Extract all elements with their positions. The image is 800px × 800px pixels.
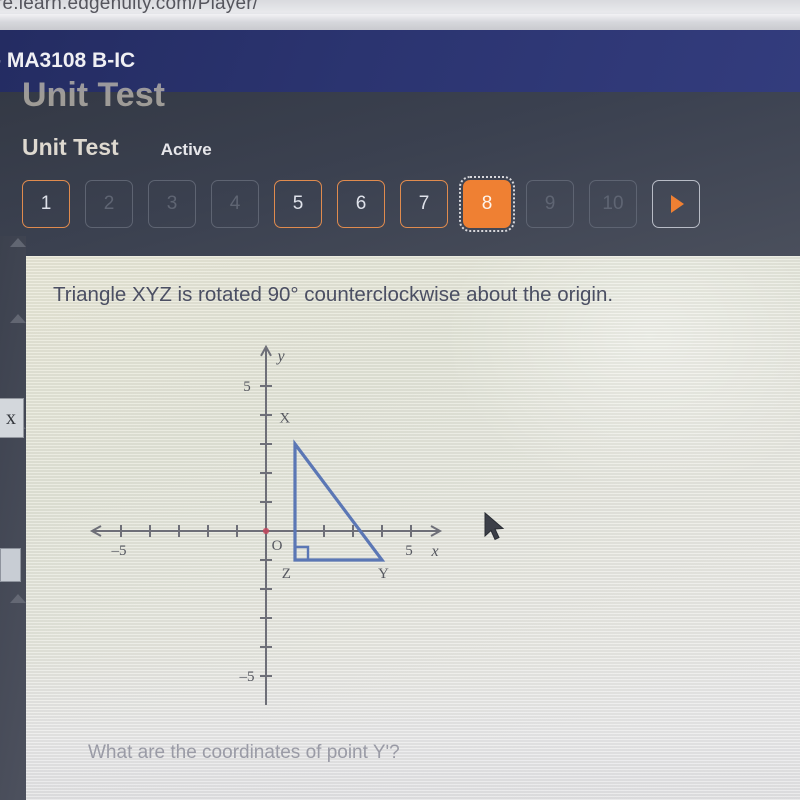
triangle-triangle-xyz: [293, 439, 386, 562]
x-tick-label-5: 5: [405, 543, 413, 559]
right-angle-marker: [295, 545, 310, 560]
y-tick-label--5: –5: [239, 669, 255, 685]
url-bar-underline: [0, 14, 800, 23]
question-button-7[interactable]: 7: [400, 180, 448, 228]
question-button-label: 9: [544, 193, 556, 214]
question-button-6[interactable]: 6: [337, 180, 385, 228]
assignment-heading-clipped: Unit Test: [22, 76, 165, 114]
vertex-label-Z: Z: [282, 566, 291, 582]
rail-chip-x[interactable]: x: [0, 398, 24, 438]
x-tick-label--5: –5: [111, 543, 127, 559]
y-axis-label: y: [275, 348, 285, 365]
question-button-label: 6: [355, 193, 367, 214]
question-button-1[interactable]: 1: [22, 180, 70, 228]
sub-question-text: What are the coordinates of point Yʹ?: [88, 742, 400, 763]
mouse-cursor-icon: [484, 511, 505, 541]
question-button-label: 2: [103, 193, 115, 214]
coordinate-plane-svg: –5 5 5 –5 x y O X Y Z: [89, 344, 443, 705]
y-tick-label-5: 5: [243, 379, 251, 395]
x-axis-label: x: [430, 543, 438, 560]
rail-chip-blank[interactable]: [0, 548, 21, 582]
origin-dot-artifact: [262, 527, 270, 535]
origin-label: O: [272, 538, 283, 554]
question-prompt: Triangle XYZ is rotated 90° counterclock…: [53, 283, 614, 306]
question-button-label: 8: [481, 193, 493, 214]
coordinate-graph: –5 5 5 –5 x y O X Y Z: [66, 336, 486, 726]
question-button-8[interactable]: 8: [459, 176, 515, 232]
url-text[interactable]: re.learn.edgenuity.com/Player/: [0, 0, 258, 15]
screenshot-root: re.learn.edgenuity.com/Player/ - MA3108 …: [0, 0, 800, 800]
assignment-name: Unit Test: [22, 134, 119, 160]
course-title: - MA3108 B-IC: [0, 49, 136, 72]
question-button-label: 4: [229, 193, 241, 214]
rail-caret-icon-4: [10, 594, 26, 603]
question-button-4: 4: [211, 180, 259, 228]
browser-url-bar[interactable]: re.learn.edgenuity.com/Player/: [0, 0, 800, 30]
question-button-2: 2: [85, 180, 133, 228]
question-button-5[interactable]: 5: [274, 180, 322, 228]
play-triangle-icon: [671, 195, 684, 213]
question-button-label: 1: [40, 193, 52, 214]
question-button-3: 3: [148, 180, 196, 228]
assignment-info-row: Unit Test Active: [22, 134, 212, 161]
next-question-button[interactable]: [652, 180, 700, 228]
left-rail: [0, 236, 26, 800]
assignment-status-badge: Active: [160, 140, 212, 159]
rail-caret-icon-2: [10, 314, 26, 323]
vertex-label-Y: Y: [378, 566, 389, 582]
question-button-label: 10: [602, 193, 624, 214]
vertex-label-X: X: [279, 410, 290, 426]
rail-caret-icon-1: [10, 238, 26, 247]
question-button-label: 3: [166, 193, 178, 214]
question-button-10: 10: [589, 180, 637, 228]
assignment-nav-panel: Unit Test Unit Test Active 1 2 3 4 5 6 7 8 9 10: [0, 76, 800, 256]
question-button-label: 7: [418, 193, 430, 214]
question-content-panel: Triangle XYZ is rotated 90° counterclock…: [26, 256, 800, 800]
question-pager: 1 2 3 4 5 6 7 8 9 10: [22, 176, 700, 232]
question-button-label: 5: [292, 193, 304, 214]
question-button-9: 9: [526, 180, 574, 228]
